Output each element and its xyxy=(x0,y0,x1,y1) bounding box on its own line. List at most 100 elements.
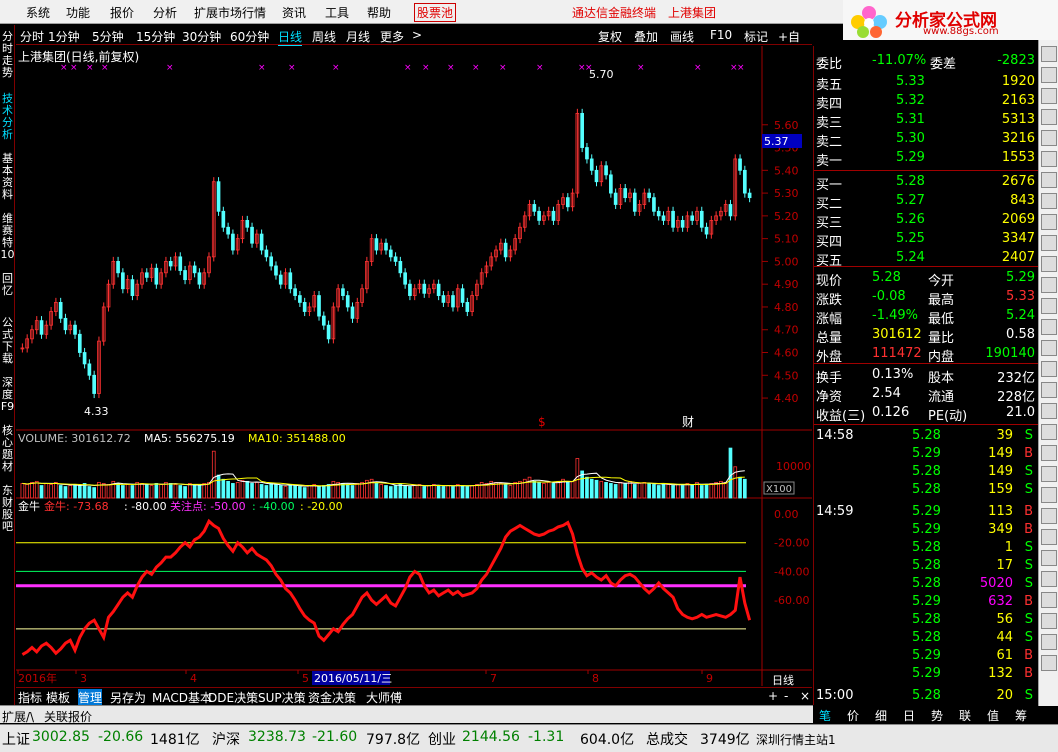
tool-icon[interactable] xyxy=(1041,151,1057,167)
stat-label2: 股本 xyxy=(928,371,955,386)
zoom-out-button[interactable]: - xyxy=(784,689,788,703)
quote-tab-0[interactable]: 笔 xyxy=(819,707,831,724)
tool-icon[interactable] xyxy=(1041,529,1057,545)
left-tab-recall[interactable]: 回忆 xyxy=(0,273,15,297)
menu-quote[interactable]: 报价 xyxy=(110,4,134,21)
tick-volume: 149 xyxy=(988,464,1013,479)
tool-icon[interactable] xyxy=(1041,592,1057,608)
period-more[interactable]: 更多 xyxy=(380,28,404,45)
period-daily[interactable]: 日线 xyxy=(278,28,303,46)
close-icon[interactable]: × xyxy=(800,689,810,703)
period-5min[interactable]: 5分钟 xyxy=(92,28,124,45)
tool-icon[interactable] xyxy=(1041,193,1057,209)
stock-pool-button[interactable]: 股票池 xyxy=(414,3,457,22)
period-weekly[interactable]: 周线 xyxy=(312,28,336,45)
period-timeshare[interactable]: 分时 xyxy=(20,28,44,45)
tool-icon[interactable] xyxy=(1041,214,1057,230)
quote-tab-4[interactable]: 势 xyxy=(931,707,943,724)
tool-icon[interactable] xyxy=(1041,655,1057,671)
period-15min[interactable]: 15分钟 xyxy=(136,28,175,45)
tab-dde[interactable]: DDE决策 xyxy=(208,689,258,706)
volume-bar xyxy=(738,476,742,499)
tab-manage[interactable]: 管理 xyxy=(78,689,103,706)
tab-indicator[interactable]: 指标 xyxy=(18,689,42,706)
tool-icon[interactable] xyxy=(1041,109,1057,125)
left-tab-core[interactable]: 核心题材 xyxy=(0,425,15,473)
tool-icon[interactable] xyxy=(1041,361,1057,377)
left-tab-technical[interactable]: 技术分析 xyxy=(0,93,15,141)
quote-label2: 最高 xyxy=(928,293,955,308)
quote-tab-1[interactable]: 价 xyxy=(847,707,859,724)
tool-icon[interactable] xyxy=(1041,613,1057,629)
tool-icon[interactable] xyxy=(1041,508,1057,524)
tool-icon[interactable] xyxy=(1041,382,1057,398)
tick-volume: 632 xyxy=(988,594,1013,609)
tab-template[interactable]: 模板 xyxy=(46,689,70,706)
tool-icon[interactable] xyxy=(1041,487,1057,503)
left-tab-formula[interactable]: 公式下载 xyxy=(0,317,15,365)
expand-button[interactable]: 扩展/\ xyxy=(2,708,34,725)
left-tab-timeshare[interactable]: 分时走势 xyxy=(0,31,15,79)
tab-sup[interactable]: SUP决策 xyxy=(258,689,306,706)
tab-saveas[interactable]: 另存为 xyxy=(110,689,146,706)
candle-body xyxy=(503,242,508,258)
quote-tab-3[interactable]: 日 xyxy=(903,707,915,724)
tick-row: 5.29 132 B xyxy=(814,665,1039,683)
tool-icon[interactable] xyxy=(1041,571,1057,587)
tool-icon[interactable] xyxy=(1041,466,1057,482)
indicator-v4: : -40.00 xyxy=(252,500,295,513)
tick-direction: S xyxy=(1024,576,1033,591)
menu-system[interactable]: 系统 xyxy=(26,4,50,21)
menu-ext-market[interactable]: 扩展市场行情 xyxy=(194,4,266,21)
candle-body xyxy=(231,233,235,251)
chevron-right-icon[interactable]: > xyxy=(412,28,422,42)
tool-icon[interactable] xyxy=(1041,130,1057,146)
candle-body xyxy=(728,204,733,217)
restore-rights-button[interactable]: 复权 xyxy=(598,28,622,45)
tool-icon[interactable] xyxy=(1041,403,1057,419)
zoom-in-button[interactable]: + xyxy=(768,689,778,703)
draw-line-button[interactable]: 画线 xyxy=(670,28,694,45)
tool-icon[interactable] xyxy=(1041,67,1057,83)
tool-icon[interactable] xyxy=(1041,340,1057,356)
f10-button[interactable]: F10 xyxy=(710,28,732,42)
tool-icon[interactable] xyxy=(1041,298,1057,314)
tool-icon[interactable] xyxy=(1041,319,1057,335)
tool-icon[interactable] xyxy=(1041,550,1057,566)
tool-icon[interactable] xyxy=(1041,235,1057,251)
quote-tab-5[interactable]: 联 xyxy=(959,707,971,724)
tool-icon[interactable] xyxy=(1041,277,1057,293)
period-1min[interactable]: 1分钟 xyxy=(48,28,80,45)
left-tab-vist[interactable]: 维赛特10 xyxy=(0,213,15,261)
quote-tab-6[interactable]: 值 xyxy=(987,707,999,724)
kline-chart[interactable]: × × × × × × × × × × × × × × × × × × × × 5.605.505.405.305.2… xyxy=(16,46,812,686)
menu-help[interactable]: 帮助 xyxy=(367,4,391,21)
volume-unit: X100 xyxy=(766,484,792,495)
tool-icon[interactable] xyxy=(1041,46,1057,62)
tab-fund[interactable]: 资金决策 xyxy=(308,689,356,706)
left-tab-forum[interactable]: 东财股吧 xyxy=(0,485,15,533)
quote-tab-2[interactable]: 细 xyxy=(875,707,887,724)
menu-news[interactable]: 资讯 xyxy=(282,4,306,21)
tool-icon[interactable] xyxy=(1041,88,1057,104)
related-quote-button[interactable]: 关联报价 xyxy=(44,708,92,725)
period-60min[interactable]: 60分钟 xyxy=(230,28,269,45)
tool-icon[interactable] xyxy=(1041,172,1057,188)
tool-icon[interactable] xyxy=(1041,424,1057,440)
tick-direction: S xyxy=(1024,612,1033,627)
left-tab-depth[interactable]: 深度F9 xyxy=(0,377,15,413)
tool-icon[interactable] xyxy=(1041,445,1057,461)
tab-macd[interactable]: MACD基本 xyxy=(152,689,212,706)
menu-function[interactable]: 功能 xyxy=(66,4,90,21)
overlay-button[interactable]: 叠加 xyxy=(634,28,658,45)
tab-master[interactable]: 大师傅 xyxy=(366,689,402,706)
period-30min[interactable]: 30分钟 xyxy=(182,28,221,45)
period-monthly[interactable]: 月线 xyxy=(346,28,370,45)
menu-analysis[interactable]: 分析 xyxy=(153,4,177,21)
tool-icon[interactable] xyxy=(1041,634,1057,650)
mark-button[interactable]: 标记 xyxy=(744,28,768,45)
quote-tab-7[interactable]: 筹 xyxy=(1015,707,1027,724)
tool-icon[interactable] xyxy=(1041,256,1057,272)
left-tab-basic[interactable]: 基本资料 xyxy=(0,153,15,201)
menu-tools[interactable]: 工具 xyxy=(325,4,349,21)
